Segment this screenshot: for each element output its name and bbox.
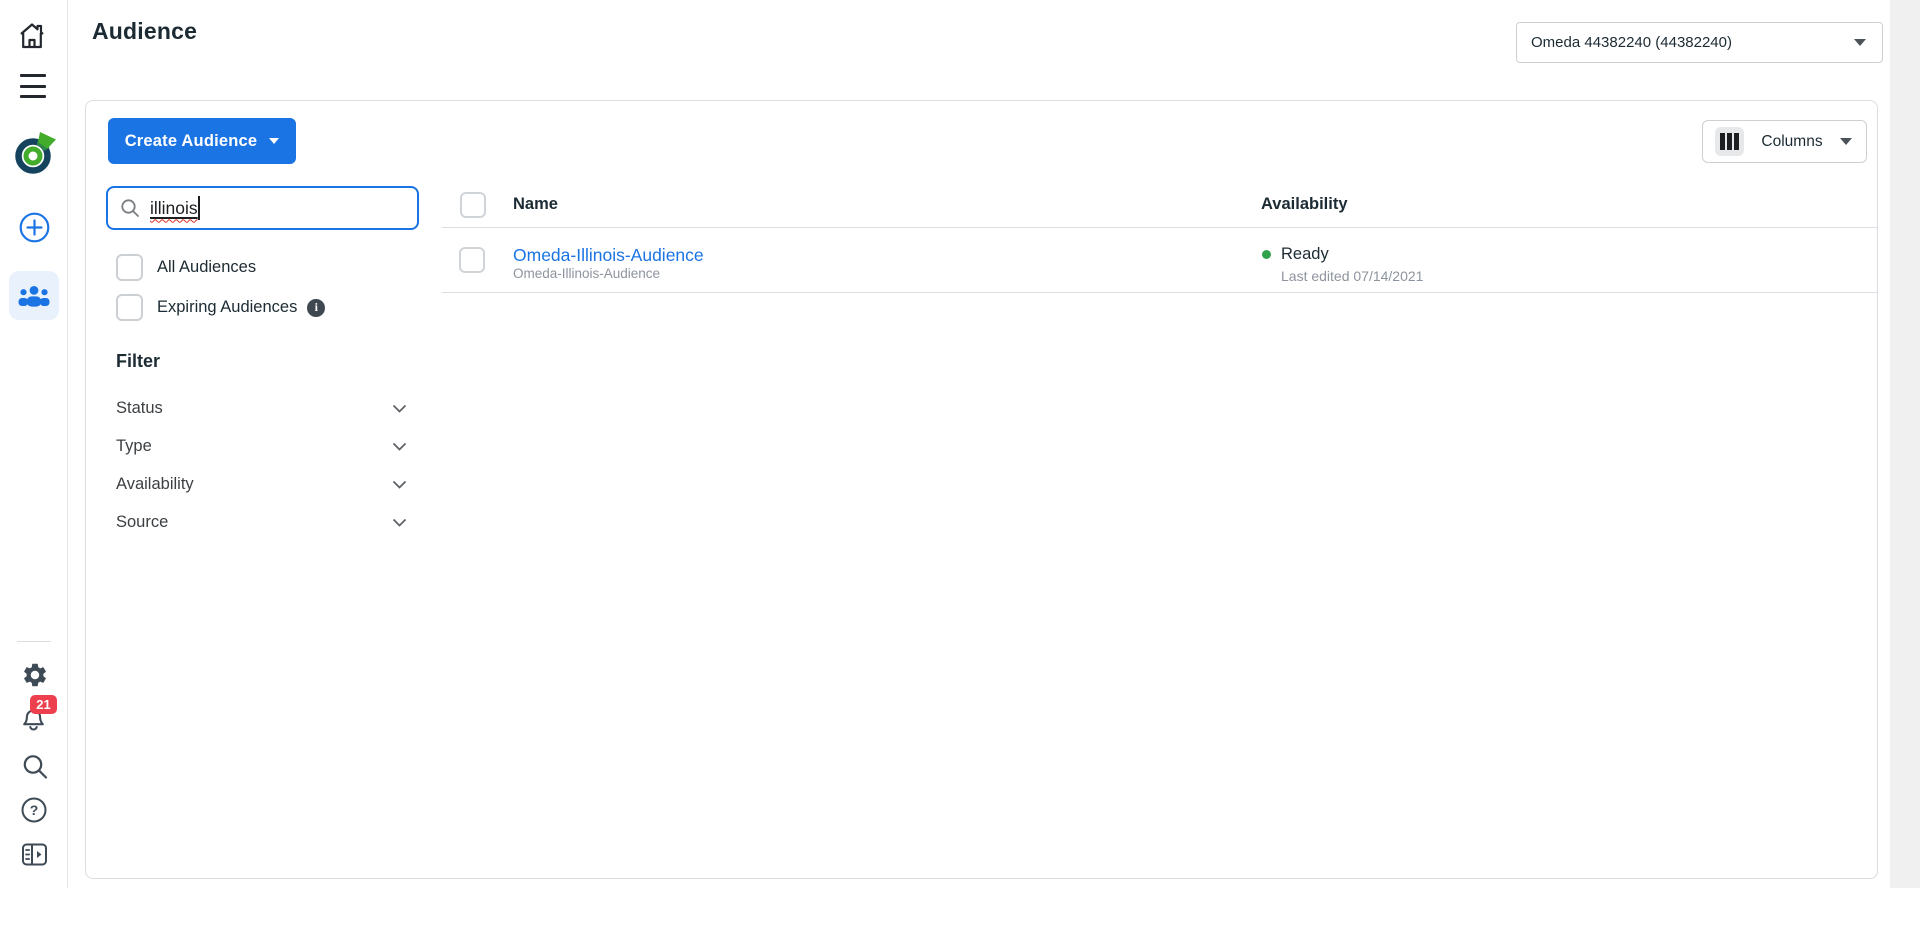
sidebar: 21 ? xyxy=(0,0,68,888)
page-title: Audience xyxy=(92,18,197,45)
chevron-down-icon xyxy=(392,404,407,413)
table-row-divider xyxy=(442,292,1878,293)
help-icon[interactable]: ? xyxy=(20,796,48,824)
filter-section-source[interactable]: Source xyxy=(116,503,407,541)
menu-icon[interactable] xyxy=(20,74,46,98)
column-header-availability: Availability xyxy=(1261,195,1348,214)
columns-icon xyxy=(1715,127,1744,156)
create-audience-button[interactable]: Create Audience xyxy=(108,118,296,164)
account-dropdown-value: Omeda 44382240 (44382240) xyxy=(1531,34,1854,51)
scrollbar-track[interactable] xyxy=(1890,0,1920,888)
chevron-down-icon xyxy=(392,518,407,527)
select-all-checkbox[interactable] xyxy=(460,192,486,218)
chevron-down-icon xyxy=(269,138,279,144)
table-header-divider xyxy=(442,227,1878,228)
info-icon[interactable]: i xyxy=(307,299,325,317)
gear-icon[interactable] xyxy=(21,661,49,689)
chevron-down-icon xyxy=(1854,39,1866,46)
audience-card: Create Audience Columns illinois All Aud… xyxy=(85,100,1878,879)
search-input-value: illinois xyxy=(150,198,198,219)
notification-badge[interactable]: 21 xyxy=(30,695,57,714)
chevron-down-icon xyxy=(1840,138,1852,145)
last-edited-text: Last edited 07/14/2021 xyxy=(1281,268,1423,284)
collapse-panel-icon[interactable] xyxy=(21,841,48,868)
filter-section-type[interactable]: Type xyxy=(116,427,407,465)
audience-subtitle: Omeda-Illinois-Audience xyxy=(513,266,660,281)
app-window: 21 ? Audience Omeda 44382240 (4438224 xyxy=(0,0,1920,942)
status-badge: Ready xyxy=(1281,245,1329,264)
search-icon[interactable] xyxy=(21,753,49,781)
add-icon[interactable] xyxy=(19,212,50,243)
text-cursor xyxy=(198,196,200,220)
search-icon xyxy=(120,198,140,218)
row-checkbox[interactable] xyxy=(459,247,485,273)
search-input[interactable]: illinois xyxy=(106,186,419,230)
column-header-name: Name xyxy=(513,195,558,214)
sidebar-item-audiences[interactable] xyxy=(9,271,59,320)
filter-section-availability[interactable]: Availability xyxy=(116,465,407,503)
chevron-down-icon xyxy=(392,442,407,451)
expiring-audiences-option: Expiring Audiences i xyxy=(116,294,325,321)
home-icon[interactable] xyxy=(16,20,48,52)
status-dot xyxy=(1262,250,1271,259)
svg-text:?: ? xyxy=(30,802,39,818)
chevron-down-icon xyxy=(392,480,407,489)
filter-heading: Filter xyxy=(116,351,160,372)
audiences-icon xyxy=(18,283,50,309)
audience-name-link[interactable]: Omeda-Illinois-Audience xyxy=(513,245,704,266)
all-audiences-checkbox[interactable] xyxy=(116,254,143,281)
account-dropdown[interactable]: Omeda 44382240 (44382240) xyxy=(1516,22,1883,63)
sidebar-divider xyxy=(17,641,51,642)
expiring-audiences-checkbox[interactable] xyxy=(116,294,143,321)
filter-section-status[interactable]: Status xyxy=(116,389,407,427)
all-audiences-option: All Audiences xyxy=(116,254,256,281)
columns-button[interactable]: Columns xyxy=(1702,120,1867,163)
omeda-logo[interactable] xyxy=(10,131,58,175)
